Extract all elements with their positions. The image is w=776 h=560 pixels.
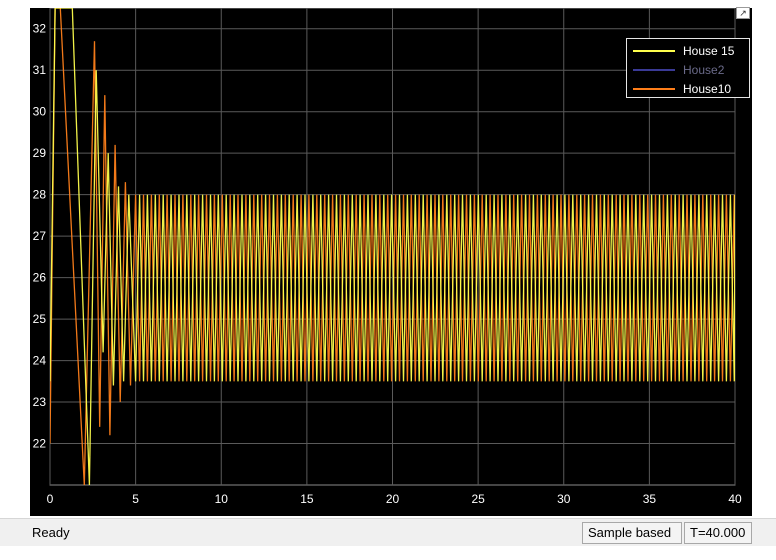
x-tick-label: 10 [215, 492, 229, 506]
x-tick-label: 0 [47, 492, 54, 506]
legend-label-house2: House2 [683, 62, 725, 77]
y-tick-label: 25 [33, 312, 47, 326]
y-tick-label: 31 [33, 63, 47, 77]
y-tick-label: 26 [33, 271, 47, 285]
x-tick-label: 5 [132, 492, 139, 506]
x-tick-label: 40 [728, 492, 742, 506]
legend-item-house10[interactable]: House10 [627, 79, 749, 98]
undock-icon: ↗ [739, 8, 747, 18]
y-tick-label: 29 [33, 146, 47, 160]
simulation-time: T=40.000 [684, 522, 752, 544]
x-tick-label: 20 [386, 492, 400, 506]
scope-window: 0 5 10 15 20 25 30 35 40 22 23 24 25 26 27 28 29 30 31 32 H… [0, 0, 776, 560]
y-tick-label: 23 [33, 395, 47, 409]
x-tick-label: 15 [300, 492, 314, 506]
legend-label-house10: House10 [683, 81, 732, 96]
status-bar: Ready Sample based T=40.000 [0, 518, 776, 546]
legend-label-house15: House 15 [683, 43, 735, 58]
sample-mode-indicator: Sample based [582, 522, 682, 544]
status-text: Ready [32, 525, 70, 540]
y-tick-label: 24 [33, 354, 47, 368]
x-tick-label: 30 [557, 492, 571, 506]
legend-swatch-house15 [633, 49, 675, 52]
x-tick-label: 35 [643, 492, 657, 506]
legend-item-house15[interactable]: House 15 [627, 41, 749, 60]
y-tick-label: 22 [33, 437, 47, 451]
legend[interactable]: House 15 House2 House10 [626, 38, 750, 98]
legend-swatch-house10 [633, 87, 675, 90]
legend-item-house2[interactable]: House2 [627, 60, 749, 79]
undock-button[interactable]: ↗ [736, 7, 750, 19]
y-tick-label: 27 [33, 229, 47, 243]
y-tick-label: 28 [33, 188, 47, 202]
legend-swatch-house2 [633, 68, 675, 71]
y-tick-label: 32 [33, 22, 47, 36]
x-tick-label: 25 [471, 492, 485, 506]
plot-area[interactable]: 0 5 10 15 20 25 30 35 40 22 23 24 25 26 27 28 29 30 31 32 H… [30, 8, 752, 516]
y-tick-label: 30 [33, 105, 47, 119]
